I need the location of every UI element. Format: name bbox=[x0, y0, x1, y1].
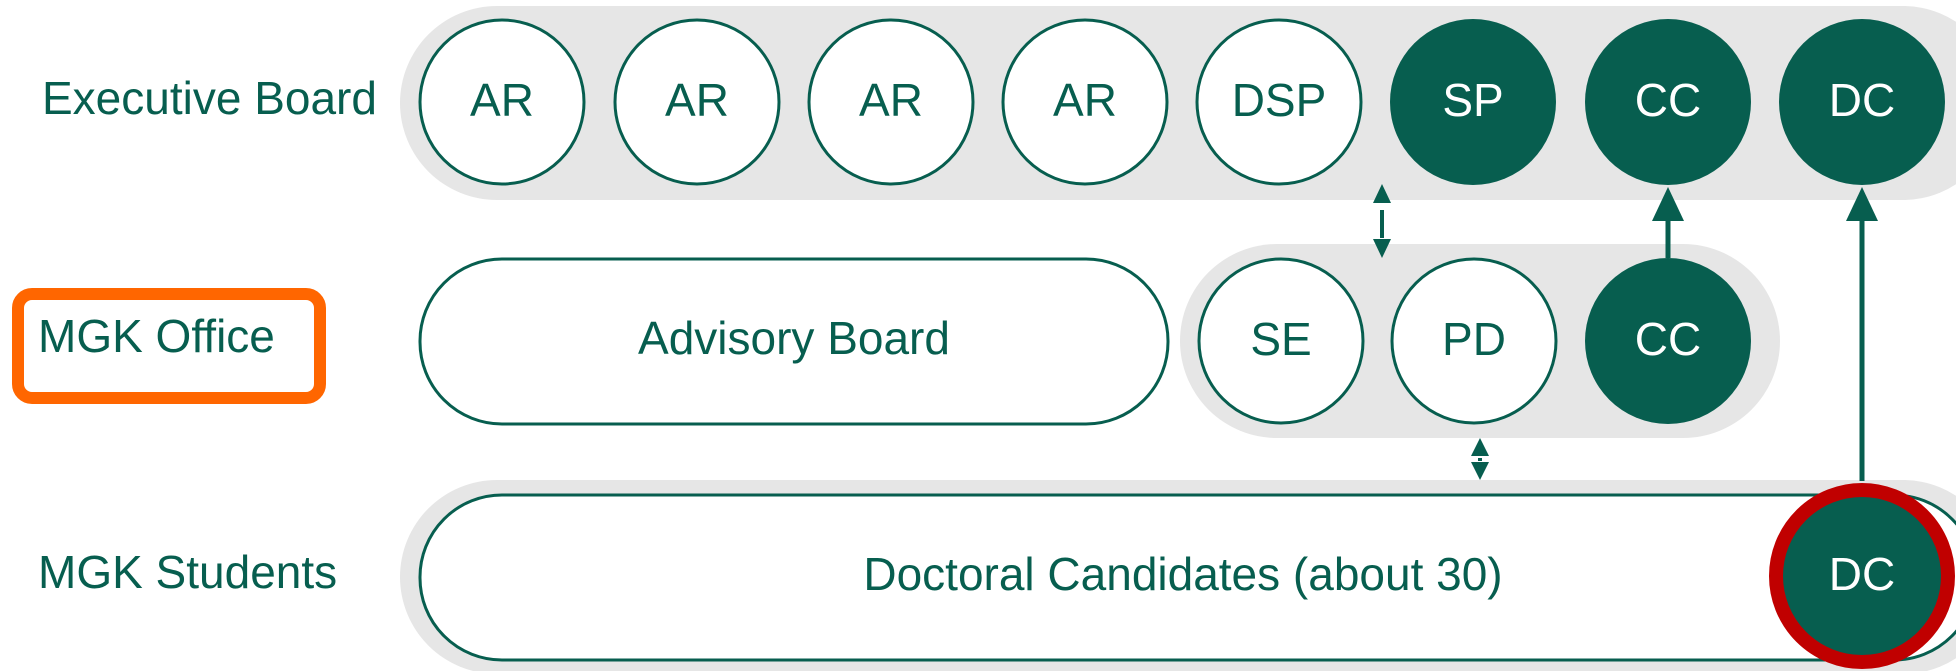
executive-member: DC bbox=[1779, 19, 1945, 185]
connector-pd-students bbox=[1471, 438, 1489, 480]
svg-text:AR: AR bbox=[470, 74, 534, 126]
svg-text:SP: SP bbox=[1442, 74, 1503, 126]
svg-text:AR: AR bbox=[1053, 74, 1117, 126]
executive-member: AR bbox=[807, 18, 975, 186]
svg-text:AR: AR bbox=[859, 74, 923, 126]
svg-text:Advisory Board: Advisory Board bbox=[638, 312, 950, 364]
row-label-executive-board: Executive Board bbox=[42, 72, 377, 124]
organization-diagram: Executive Board MGK Office MGK Students … bbox=[12, 6, 1956, 671]
svg-text:SE: SE bbox=[1250, 313, 1311, 365]
office-member: CC bbox=[1585, 258, 1751, 424]
svg-text:PD: PD bbox=[1442, 313, 1506, 365]
svg-text:CC: CC bbox=[1635, 74, 1701, 126]
svg-text:CC: CC bbox=[1635, 313, 1701, 365]
doctoral-candidates-group: Doctoral Candidates (about 30) bbox=[418, 493, 1956, 662]
executive-member: AR bbox=[613, 18, 781, 186]
connector-student-dc-to-executive-dc bbox=[1846, 187, 1878, 481]
executive-member: CC bbox=[1585, 19, 1751, 185]
office-member: SE bbox=[1197, 257, 1365, 425]
svg-text:Doctoral Candidates (about 30): Doctoral Candidates (about 30) bbox=[863, 548, 1502, 600]
executive-member: DSP bbox=[1195, 18, 1363, 186]
executive-member: SP bbox=[1390, 19, 1556, 185]
office-member: PD bbox=[1390, 257, 1558, 425]
svg-text:DC: DC bbox=[1829, 74, 1895, 126]
executive-member: AR bbox=[1001, 18, 1169, 186]
svg-text:AR: AR bbox=[665, 74, 729, 126]
student-representative: DC bbox=[1769, 483, 1955, 669]
svg-text:DSP: DSP bbox=[1232, 74, 1327, 126]
row-label-mgk-office: MGK Office bbox=[38, 310, 275, 362]
advisory-board: Advisory Board bbox=[418, 257, 1170, 426]
executive-member: AR bbox=[418, 18, 586, 186]
row-label-mgk-students: MGK Students bbox=[38, 546, 337, 598]
svg-text:DC: DC bbox=[1829, 548, 1895, 600]
